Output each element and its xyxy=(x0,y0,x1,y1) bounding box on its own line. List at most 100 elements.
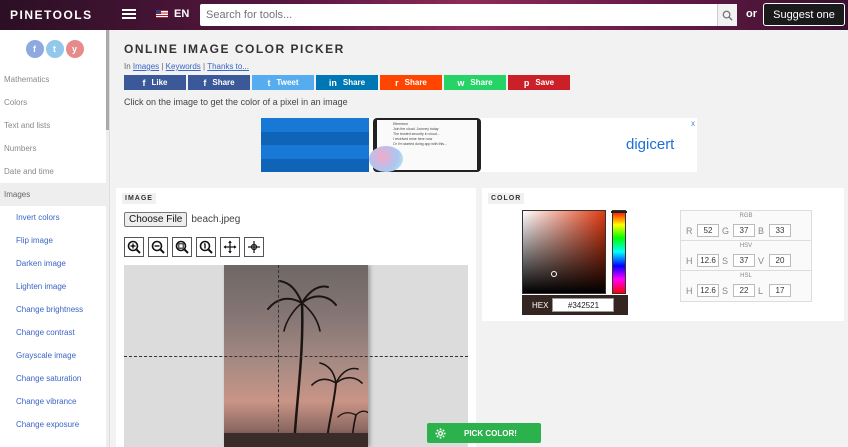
facebook-share-button[interactable]: f Share xyxy=(188,75,250,90)
share-label: Like xyxy=(151,78,168,87)
search-box xyxy=(200,4,737,26)
twitter-icon[interactable]: t xyxy=(45,40,64,58)
pinterest-save-button[interactable]: p Save xyxy=(508,75,570,90)
hsl-h-field[interactable]: 12.6 xyxy=(697,284,719,297)
breadcrumb-prefix: In xyxy=(124,62,131,71)
crosshair-icon xyxy=(248,241,260,253)
ad-line: Or I'm started doing app with this... xyxy=(393,142,447,146)
instruction-text: Click on the image to get the color of a… xyxy=(124,97,348,107)
hue-slider-handle[interactable] xyxy=(611,211,627,213)
twitter-icon: t xyxy=(267,77,271,88)
zoom-fit-icon xyxy=(175,240,189,254)
share-label: Share xyxy=(212,78,235,87)
move-button[interactable] xyxy=(220,237,240,257)
sidebar-scroll-thumb[interactable] xyxy=(106,30,109,130)
channel-label: V xyxy=(758,255,765,266)
rgb-row: R 52 G 37 B 33 xyxy=(686,224,791,237)
youtube-icon[interactable]: y xyxy=(65,40,84,58)
zoom-out-button[interactable] xyxy=(148,237,168,257)
rgb-r-field[interactable]: 52 xyxy=(697,224,719,237)
zoom-actual-size-button[interactable] xyxy=(196,237,216,257)
hsl-l-field[interactable]: 17 xyxy=(769,284,791,297)
crosshair-button[interactable] xyxy=(244,237,264,257)
group-title: HSL xyxy=(740,273,752,279)
suggest-button[interactable]: Suggest one xyxy=(763,3,845,26)
top-bar: PINETOOLS EN or Suggest one xyxy=(0,0,848,30)
crosshair-vertical-line xyxy=(278,265,279,447)
advertisement-banner[interactable]: Ethereum Join the cloud. Journey today T… xyxy=(261,118,697,172)
logo[interactable]: PINETOOLS xyxy=(10,8,93,22)
share-label: Share xyxy=(342,78,366,87)
search-icon xyxy=(722,10,733,21)
ad-blue-graphic xyxy=(261,118,369,172)
sidebar-subitem-change-exposure[interactable]: Change exposure xyxy=(0,413,109,436)
pick-color-label: PICK COLOR! xyxy=(464,428,517,438)
sidebar-subitem-lighten-image[interactable]: Lighten image xyxy=(0,275,109,298)
sidebar-item-colors[interactable]: Colors xyxy=(0,91,109,114)
reddit-share-button[interactable]: r Share xyxy=(380,75,442,90)
linkedin-icon: in xyxy=(328,77,337,88)
hex-value-field[interactable]: #342521 xyxy=(552,298,615,312)
or-label: or xyxy=(746,8,757,20)
group-title: RGB xyxy=(739,213,753,219)
facebook-like-button[interactable]: f Like xyxy=(124,75,186,90)
hsl-group: HSL H 12.6 S 22 L 17 xyxy=(681,271,811,301)
sidebar-item-date-and-time[interactable]: Date and time xyxy=(0,160,109,183)
crosshair-horizontal-line xyxy=(124,356,468,357)
sidebar-subitem-grayscale-image[interactable]: Grayscale image xyxy=(0,344,109,367)
twitter-tweet-button[interactable]: t Tweet xyxy=(252,75,314,90)
hsl-s-field[interactable]: 22 xyxy=(733,284,755,297)
hex-label: HEX xyxy=(532,300,549,310)
sidebar-item-text-and-lists[interactable]: Text and lists xyxy=(0,114,109,137)
facebook-icon: f xyxy=(142,77,146,88)
linkedin-share-button[interactable]: in Share xyxy=(316,75,378,90)
us-flag-icon xyxy=(156,10,168,18)
sidebar-item-mathematics[interactable]: Mathematics xyxy=(0,68,109,91)
rgb-group: RGB R 52 G 37 B 33 xyxy=(681,211,811,241)
menu-icon[interactable] xyxy=(122,7,136,21)
language-selector[interactable]: EN xyxy=(156,8,189,20)
zoom-out-icon xyxy=(151,240,165,254)
sidebar-item-images[interactable]: Images xyxy=(0,183,109,206)
sidebar-scrollbar[interactable] xyxy=(106,30,109,447)
hsv-h-field[interactable]: 12.6 xyxy=(697,254,719,267)
rgb-b-field[interactable]: 33 xyxy=(769,224,791,237)
hsl-row: H 12.6 S 22 L 17 xyxy=(686,284,791,297)
breadcrumb-link-images[interactable]: Images xyxy=(133,62,159,71)
sidebar-subitem-change-contrast[interactable]: Change contrast xyxy=(0,321,109,344)
whatsapp-share-button[interactable]: w Share xyxy=(444,75,506,90)
page-title: ONLINE IMAGE COLOR PICKER xyxy=(124,42,345,56)
gear-icon xyxy=(435,427,446,439)
hue-slider[interactable] xyxy=(611,210,627,294)
breadcrumb-link-thanks[interactable]: Thanks to... xyxy=(207,62,249,71)
search-input[interactable] xyxy=(200,5,717,25)
ad-close-icon[interactable]: x xyxy=(691,119,695,128)
sidebar-subitem-darken-image[interactable]: Darken image xyxy=(0,252,109,275)
share-label: Share xyxy=(470,78,493,87)
facebook-icon[interactable]: f xyxy=(25,40,44,58)
sidebar-subitem-change-brightness[interactable]: Change brightness xyxy=(0,298,109,321)
rgb-g-field[interactable]: 37 xyxy=(733,224,755,237)
sidebar-subitem-flip-image[interactable]: Flip image xyxy=(0,229,109,252)
pick-color-button[interactable]: PICK COLOR! xyxy=(427,423,541,443)
sidebar-subitem-change-vibrance[interactable]: Change vibrance xyxy=(0,390,109,413)
image-canvas[interactable] xyxy=(124,265,468,447)
hsv-v-field[interactable]: 20 xyxy=(769,254,791,267)
choose-file-button[interactable]: Choose File xyxy=(124,212,188,227)
zoom-fit-button[interactable] xyxy=(172,237,192,257)
image-panel-label: IMAGE xyxy=(122,193,156,204)
sidebar-item-numbers[interactable]: Numbers xyxy=(0,137,109,160)
whatsapp-icon: w xyxy=(457,77,465,88)
breadcrumb-link-keywords[interactable]: Keywords xyxy=(166,62,201,71)
file-name: beach.jpeg xyxy=(191,214,241,225)
pinterest-icon: p xyxy=(523,77,530,88)
sidebar-subitem-change-saturation[interactable]: Change saturation xyxy=(0,367,109,390)
saturation-value-picker[interactable] xyxy=(522,210,606,294)
picker-handle[interactable] xyxy=(551,271,557,277)
sidebar-subitem-invert-colors[interactable]: Invert colors xyxy=(0,206,109,229)
search-button[interactable] xyxy=(717,4,737,26)
share-label: Tweet xyxy=(276,78,299,87)
color-panel-label: COLOR xyxy=(488,193,525,204)
zoom-in-button[interactable] xyxy=(124,237,144,257)
hsv-s-field[interactable]: 37 xyxy=(733,254,755,267)
